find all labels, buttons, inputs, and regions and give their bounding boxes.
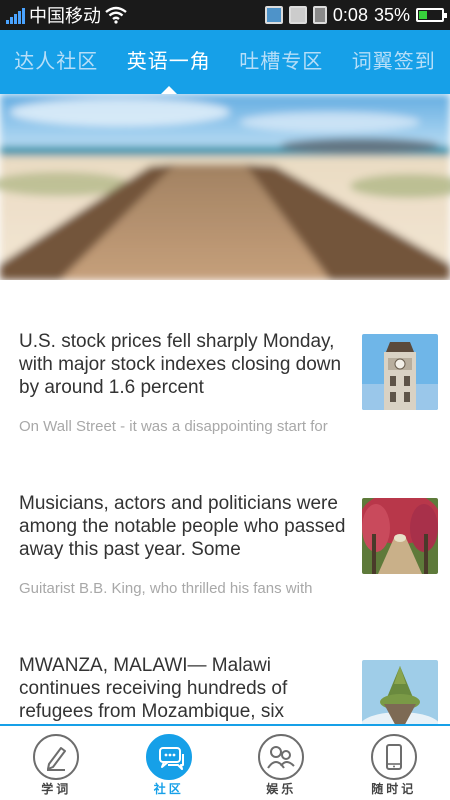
- category-tab-bar: 达人社区 英语一角 吐槽专区 词翼签到: [0, 30, 450, 94]
- nav-community[interactable]: 社区: [113, 726, 226, 800]
- nav-entertainment[interactable]: 娱乐: [225, 726, 338, 800]
- status-bar: 中国移动 0:08 35%: [0, 0, 450, 30]
- carrier-name: 中国移动: [29, 6, 101, 26]
- article-excerpt: On Wall Street - it was a disappointing …: [19, 418, 328, 435]
- nav-label: 学词: [41, 782, 72, 796]
- status-right: 0:08 35%: [264, 4, 447, 26]
- banner-image[interactable]: [0, 94, 450, 280]
- wifi-icon: [105, 6, 127, 24]
- flower-arch-path-image: [362, 498, 438, 574]
- pen-icon: [47, 747, 67, 771]
- people-icon: [267, 746, 295, 769]
- app-notification-icon: [264, 6, 283, 24]
- tab-experts-community[interactable]: 达人社区: [10, 30, 102, 94]
- tab-english-corner[interactable]: 英语一角: [123, 30, 215, 94]
- sd-card-icon: [312, 6, 327, 24]
- battery-icon: [416, 8, 447, 22]
- clock: 0:08: [332, 4, 368, 25]
- tab-label: 达人社区: [14, 51, 99, 73]
- article-excerpt: Guitarist B.B. King, who thrilled his fa…: [19, 580, 313, 597]
- article-headline: Musicians, actors and politicians were a…: [19, 493, 346, 560]
- clock-tower-image: [362, 334, 438, 410]
- battery-percent: 35%: [373, 4, 410, 25]
- nav-label: 随时记: [371, 782, 417, 796]
- boardwalk-beach-image: [0, 94, 450, 280]
- signal-icon: [6, 6, 25, 24]
- nav-label: 社区: [153, 782, 184, 796]
- nav-icon-circle: [33, 734, 80, 780]
- nav-learn-words[interactable]: 学词: [0, 726, 113, 800]
- active-tab-indicator: [160, 86, 177, 94]
- tab-complaints-zone[interactable]: 吐槽专区: [235, 30, 327, 94]
- nav-icon-circle: [145, 734, 192, 780]
- phone-icon: [385, 744, 402, 770]
- article-headline: U.S. stock prices fell sharply Monday, w…: [19, 331, 342, 398]
- article-thumbnail: [362, 334, 438, 410]
- tab-label: 英语一角: [126, 51, 211, 73]
- nav-icon-circle: [258, 734, 305, 780]
- tab-label: 词翼签到: [351, 51, 436, 73]
- tab-checkin[interactable]: 词翼签到: [348, 30, 440, 94]
- gallery-notification-icon: [288, 6, 307, 24]
- article-card[interactable]: U.S. stock prices fell sharply Monday, w…: [0, 330, 450, 480]
- bottom-navigation: 学词 社区 娱乐 随时记: [0, 724, 450, 800]
- nav-icon-circle: [370, 734, 417, 780]
- chat-bubbles-icon: [158, 747, 184, 770]
- article-headline: MWANZA, MALAWI— Malawi continues receivi…: [19, 655, 288, 722]
- nav-label: 娱乐: [266, 782, 297, 796]
- status-left: 中国移动: [6, 2, 127, 28]
- article-thumbnail: [362, 498, 438, 574]
- article-card[interactable]: Musicians, actors and politicians were a…: [0, 492, 450, 642]
- nav-quick-notes[interactable]: 随时记: [338, 726, 450, 800]
- tab-label: 吐槽专区: [239, 51, 324, 73]
- battery-level-fill: [419, 11, 427, 19]
